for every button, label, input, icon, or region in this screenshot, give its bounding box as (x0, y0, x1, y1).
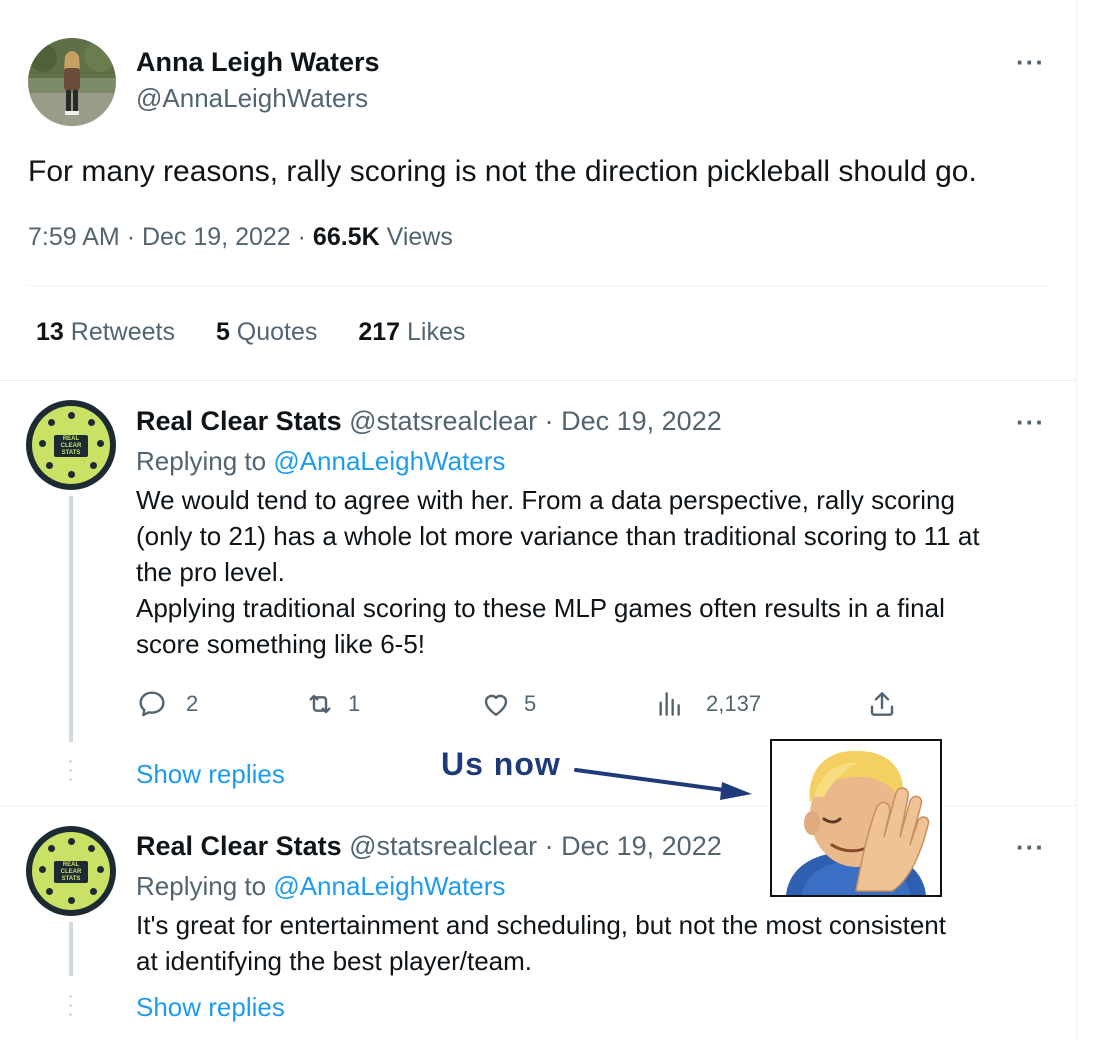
quotes-count: 5 (215, 318, 230, 346)
more-options-icon[interactable]: ··· (1016, 49, 1045, 75)
reply-text: We would tend to agree with her. From a … (136, 485, 980, 659)
author-handle[interactable]: @AnnaLeighWaters (136, 82, 368, 114)
quotes-label: Quotes (236, 318, 318, 346)
retweets-stat[interactable]: 13 Retweets (36, 318, 175, 346)
thread-dots (69, 995, 73, 1022)
replying-to-link[interactable]: @AnnaLeighWaters (273, 446, 505, 476)
replying-to: Replying to @AnnaLeighWaters (136, 446, 506, 476)
replying-to: Replying to @AnnaLeighWaters (136, 871, 506, 901)
reply-date[interactable]: · Dec 19, 2022 (545, 831, 722, 861)
views-count: 66.5K (312, 223, 380, 251)
reply-actions: 2 1 5 2,137 (136, 684, 916, 724)
reply-author-handle[interactable]: @statsrealclear (349, 831, 537, 861)
logo-text: REAL CLEAR STATS (54, 435, 88, 457)
tweet-text: For many reasons, rally scoring is not t… (28, 155, 977, 188)
more-options-icon[interactable]: ··· (1016, 409, 1045, 435)
reply-author-handle[interactable]: @statsrealclear (349, 406, 537, 436)
comment-icon (139, 691, 165, 717)
views-action[interactable]: 2,137 (654, 684, 761, 724)
likes-label: Likes (407, 318, 466, 346)
heart-icon (484, 694, 508, 716)
thread-line (69, 922, 73, 976)
reply-count: 2 (186, 691, 199, 716)
logo-text: REAL CLEAR STATS (54, 861, 88, 883)
replying-to-link[interactable]: @AnnaLeighWaters (273, 871, 505, 901)
views-label: Views (386, 223, 453, 251)
thread-dots (69, 760, 73, 787)
likes-stat[interactable]: 217 Likes (358, 318, 465, 346)
share-action[interactable] (866, 684, 898, 724)
retweets-count: 13 (36, 318, 64, 346)
facepalm-icon (786, 750, 930, 895)
reply-avatar[interactable]: REAL CLEAR STATS (26, 826, 116, 916)
divider (0, 380, 1076, 381)
reply-avatar[interactable]: REAL CLEAR STATS (26, 400, 116, 490)
author-avatar[interactable] (28, 38, 116, 126)
show-replies-link[interactable]: Show replies (136, 757, 285, 791)
tweet-date[interactable]: Dec 19, 2022 (142, 223, 291, 251)
engagement-stats: 13 Retweets 5 Quotes 217 Likes (36, 316, 499, 348)
quotes-stat[interactable]: 5 Quotes (216, 318, 317, 346)
show-replies-link[interactable]: Show replies (136, 990, 285, 1024)
more-options-icon[interactable]: ··· (1016, 834, 1045, 860)
reply-action[interactable]: 2 (136, 684, 198, 724)
like-count: 5 (524, 691, 537, 716)
reply-header: Real Clear Stats @statsrealclear · Dec 1… (136, 829, 722, 863)
annotation-label: Us now (441, 746, 561, 782)
reply-header: Real Clear Stats @statsrealclear · Dec 1… (136, 404, 722, 438)
retweet-action[interactable]: 1 (304, 684, 360, 724)
likes-count: 217 (358, 318, 401, 346)
separator: · (297, 223, 306, 251)
view-count: 2,137 (706, 691, 762, 716)
thread-line (69, 496, 73, 742)
like-action[interactable]: 5 (480, 684, 536, 724)
retweets-label: Retweets (70, 318, 175, 346)
tweet-meta: 7:59 AM · Dec 19, 2022 · 66.5K Views (28, 221, 453, 253)
reply-author-name[interactable]: Real Clear Stats (136, 406, 342, 436)
retweet-icon (309, 694, 331, 714)
right-column-divider (1076, 0, 1077, 1040)
annotation-arrow-icon (574, 768, 752, 800)
logo-ball: REAL CLEAR STATS (32, 406, 110, 484)
reply-text: It's great for entertainment and schedul… (136, 910, 946, 976)
tweet-time[interactable]: 7:59 AM (28, 223, 120, 251)
divider (28, 285, 1048, 286)
share-icon (870, 692, 894, 716)
logo-ball: REAL CLEAR STATS (32, 832, 110, 910)
reply-author-name[interactable]: Real Clear Stats (136, 831, 342, 861)
facepalm-emoji (770, 739, 942, 897)
reply-date[interactable]: · Dec 19, 2022 (545, 406, 722, 436)
author-name[interactable]: Anna Leigh Waters (136, 46, 380, 78)
analytics-icon (659, 692, 680, 716)
separator: · (126, 223, 136, 251)
retweet-count: 1 (348, 691, 361, 716)
